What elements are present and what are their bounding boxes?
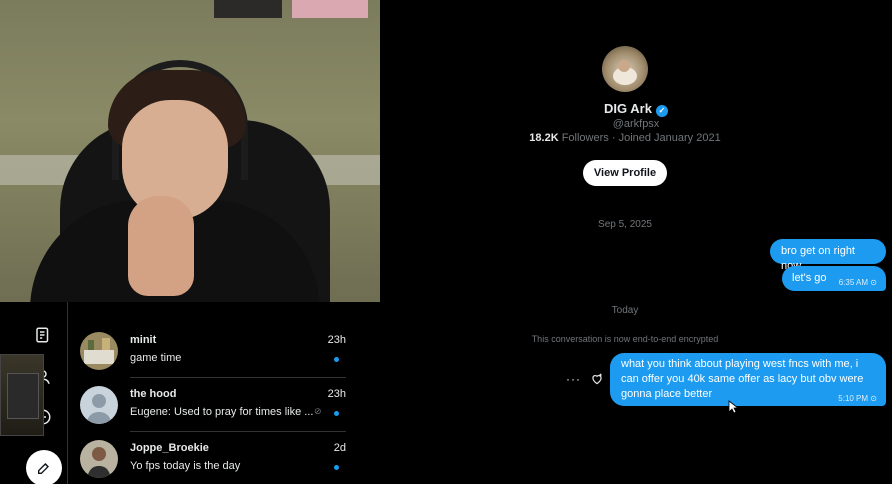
webcam-feed [0,0,380,302]
profile-name: DIG Ark ✓ [380,101,892,117]
profile-name-text: DIG Ark [604,101,652,116]
muted-icon: ⊘ [314,406,322,416]
wall-poster [214,0,282,18]
dm-name: the hood [130,388,177,400]
dm-preview: game time [130,352,182,364]
followers-count: 18.2K [529,132,559,144]
unread-dot [334,411,339,416]
dm-name: Joppe_Broekie [130,442,209,454]
message-text: what you think about playing west fncs w… [621,358,864,400]
dm-time: 2d [333,442,346,454]
message-bubble[interactable]: let's go 6:35 AM ⊙ [782,266,886,291]
dm-time: 23h [327,388,346,400]
meta-separator: · [611,132,616,144]
message-time: 6:35 AM ⊙ [838,278,877,287]
date-separator: Sep 5, 2025 [598,219,652,230]
view-profile-button[interactable]: View Profile [583,160,667,186]
notes-icon[interactable] [34,326,56,348]
profile-avatar[interactable] [602,46,648,92]
dm-name: minit [130,334,157,346]
unread-dot [334,357,339,362]
conversation-panel: DIG Ark ✓ @arkfpsx 18.2K Followers · Join… [380,0,892,484]
screen: ... minit 23h game time the hood 23h Eug… [0,0,892,484]
dm-preview: Yo fps today is the day [130,460,241,472]
message-bubble[interactable]: bro get on right now [770,239,886,272]
list-item[interactable]: minit 23h game time [68,324,380,378]
message-bubble[interactable]: what you think about playing west fncs w… [610,353,886,406]
streamer-hand [128,196,194,296]
encryption-notice: This conversation is now end-to-end encr… [531,334,719,344]
verified-badge-icon: ✓ [655,105,668,117]
compose-icon [38,463,49,474]
message-time: 5:10 PM ⊙ [838,394,877,403]
dm-sidebar [0,302,68,484]
unread-dot [334,465,339,470]
joined-date: Joined January 2021 [618,132,721,144]
list-item[interactable]: Joppe_Broekie 2d Yo fps today is the day [68,432,380,484]
list-item[interactable]: ... [68,302,380,306]
avatar [80,386,118,424]
profile-handle: @arkfpsx [612,118,660,130]
profile-meta: 18.2K Followers · Joined January 2021 [380,132,870,144]
more-options-icon[interactable]: ··· [566,372,581,386]
react-heart-icon[interactable] [590,372,604,386]
avatar [80,440,118,478]
followers-label: Followers [561,132,609,144]
overlay-thumbnail [0,354,44,436]
avatar [80,332,118,370]
date-separator: Today [611,305,639,316]
list-item[interactable]: the hood 23h Eugene: Used to pray for ti… [68,378,380,432]
message-text: let's go [792,272,827,284]
dm-preview: Eugene: Used to pray for times like ... [130,406,314,418]
dm-time: 23h [327,334,346,346]
dm-panel: ... minit 23h game time the hood 23h Eug… [0,302,380,484]
compose-message-button[interactable] [26,450,62,484]
wall-poster [292,0,368,18]
mouse-cursor-icon [728,400,738,414]
